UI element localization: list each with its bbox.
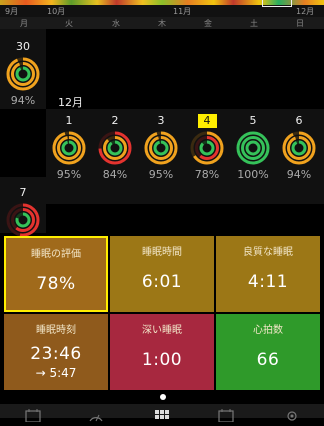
sleep-ring-icon [144, 131, 178, 165]
month-label: 9月 [5, 7, 19, 16]
sleep-duration-tile[interactable]: 睡眠時間 6:01 [110, 236, 214, 312]
heart-rate-tile[interactable]: 心拍数 66 [216, 314, 320, 390]
day-score: 94% [286, 168, 312, 181]
tile-label: 睡眠時刻 [36, 325, 76, 336]
calendar-left-icon[interactable] [25, 407, 41, 423]
calendar-day[interactable]: 6 94% [276, 109, 322, 181]
weekday-label: 火 [65, 19, 73, 28]
day-number: 2 [111, 114, 119, 127]
calendar-day[interactable]: 7 [0, 181, 46, 237]
tile-value: 6:01 [141, 272, 183, 292]
day-number: 6 [295, 114, 303, 127]
day-number: 1 [65, 114, 73, 127]
deep-sleep-tile[interactable]: 深い睡眠 1:00 [110, 314, 214, 390]
month-title: 12月 [58, 96, 83, 109]
tile-value: 23:46 [30, 344, 82, 364]
day-score: 94% [10, 94, 36, 107]
weekday-label: 金 [204, 19, 212, 28]
day-score: 95% [148, 168, 174, 181]
sleep-ring-icon [6, 57, 40, 91]
day-score: 95% [56, 168, 82, 181]
gauge-icon[interactable] [88, 407, 104, 422]
month-label: 12月 [296, 7, 315, 16]
calendar-day[interactable]: 2 84% [92, 109, 138, 181]
weekday-header: 月 火 水 木 金 土 日 [0, 17, 324, 29]
month-label: 10月 [47, 7, 66, 16]
day-score: 78% [194, 168, 220, 181]
calendar-day[interactable]: 30 94% [0, 35, 46, 107]
sleep-score-tile[interactable]: 睡眠の評価 78% [4, 236, 108, 312]
tile-label: 睡眠時間 [142, 247, 182, 258]
day-number: 30 [16, 40, 30, 53]
timeline-cursor[interactable] [262, 0, 292, 7]
calendar-day[interactable]: 1 95% [46, 109, 92, 181]
weekday-label: 月 [20, 19, 28, 28]
timeline-scrubber[interactable]: 9月 10月 11月 12月 [0, 0, 324, 17]
sleep-ring-icon [98, 131, 132, 165]
day-number: 5 [249, 114, 257, 127]
tile-label: 睡眠の評価 [31, 249, 81, 260]
tile-value: 4:11 [247, 272, 289, 292]
calendar-day-selected[interactable]: 4 78% [184, 109, 230, 181]
day-score: 100% [237, 168, 269, 181]
sleep-ring-icon [236, 131, 270, 165]
weekday-label: 木 [158, 19, 166, 28]
day-score: 84% [102, 168, 128, 181]
tile-label: 心拍数 [253, 325, 283, 336]
tile-value: 78% [36, 274, 76, 294]
month-label: 11月 [173, 7, 192, 16]
gear-icon[interactable] [284, 407, 300, 421]
sleep-time-tile[interactable]: 睡眠時刻 23:46 → 5:47 [4, 314, 108, 390]
metrics-grid: 睡眠の評価 78% 睡眠時間 6:01 良質な睡眠 4:11 睡眠時刻 23:4… [0, 234, 324, 392]
day-number: 3 [157, 114, 165, 127]
weekday-label: 土 [250, 19, 258, 28]
tab-bar [0, 404, 324, 423]
tile-value: 1:00 [141, 350, 183, 370]
weekday-label: 日 [296, 19, 304, 28]
calendar-day[interactable]: 3 95% [138, 109, 184, 181]
tile-label: 深い睡眠 [142, 325, 182, 336]
page-indicator[interactable] [0, 394, 324, 400]
day-number: 7 [19, 186, 27, 199]
sleep-ring-icon [282, 131, 316, 165]
calendar: 30 94% 12月 1 95% 2 84% 3 95% 4 78% 5 100… [0, 29, 324, 237]
tile-value: 66 [256, 350, 280, 370]
sleep-ring-icon [190, 131, 224, 165]
tile-label: 良質な睡眠 [243, 247, 293, 258]
weekday-label: 水 [112, 19, 120, 28]
page-dot [160, 394, 166, 400]
quality-sleep-tile[interactable]: 良質な睡眠 4:11 [216, 236, 320, 312]
calendar-right-icon[interactable] [218, 407, 234, 423]
sleep-ring-icon [52, 131, 86, 165]
sleep-ring-icon [6, 203, 40, 237]
grid-icon[interactable] [154, 407, 170, 421]
tile-value-end: → 5:47 [35, 366, 77, 380]
calendar-day[interactable]: 5 100% [230, 109, 276, 181]
day-number: 4 [197, 114, 217, 128]
